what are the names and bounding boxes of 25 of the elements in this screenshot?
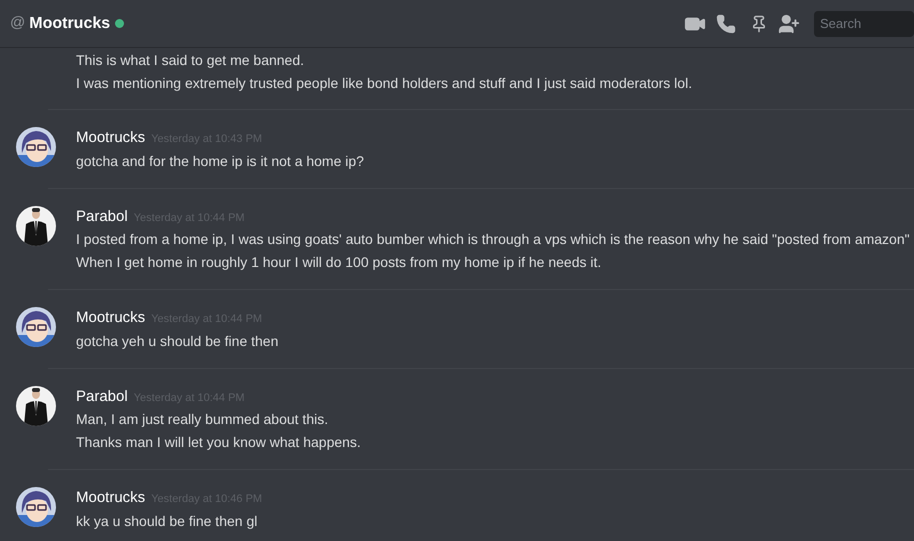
user-avatar[interactable]	[16, 127, 56, 167]
message-text: When I get home in roughly 1 hour I will do 100 posts from my home ip if he needs it.	[76, 253, 602, 272]
message-text: Thanks man I will let you know what happens.	[76, 433, 361, 452]
author-name[interactable]: Parabol	[76, 386, 128, 408]
author-name[interactable]: Parabol	[76, 206, 128, 228]
user-avatar[interactable]	[16, 307, 56, 347]
user-avatar[interactable]	[16, 386, 56, 426]
user-avatar[interactable]	[16, 487, 56, 527]
pin-icon[interactable]	[750, 14, 768, 32]
author-name[interactable]: Mootrucks	[76, 307, 146, 330]
message-text: Man, I am just really bummed about this.	[76, 410, 330, 429]
message-text: kk ya u should be fine then gl	[76, 512, 258, 531]
channel-title: Mootrucks	[29, 14, 110, 34]
author-name[interactable]: Mootrucks	[76, 127, 146, 150]
at-sign: @	[10, 13, 26, 34]
add-user-icon[interactable]	[778, 12, 800, 34]
phone-call-icon[interactable]	[716, 14, 736, 34]
message-text: This is what I said to get me banned.	[76, 51, 306, 70]
user-avatar[interactable]	[16, 206, 56, 246]
author-name[interactable]: Mootrucks	[76, 487, 146, 510]
message-text: gotcha yeh u should be fine then	[76, 332, 278, 351]
message-text: I was mentioning extremely trusted people like bond holders and stuff and I just said moderators lol.	[76, 74, 694, 93]
message-text: I posted from a home ip, I was using goats' auto bumber which is through a vps which is the reason why he said "posted from amazon"	[76, 230, 910, 249]
search-field[interactable]: Search	[814, 10, 914, 36]
message-text: gotcha and for the home ip is it not a home ip?	[76, 152, 364, 171]
